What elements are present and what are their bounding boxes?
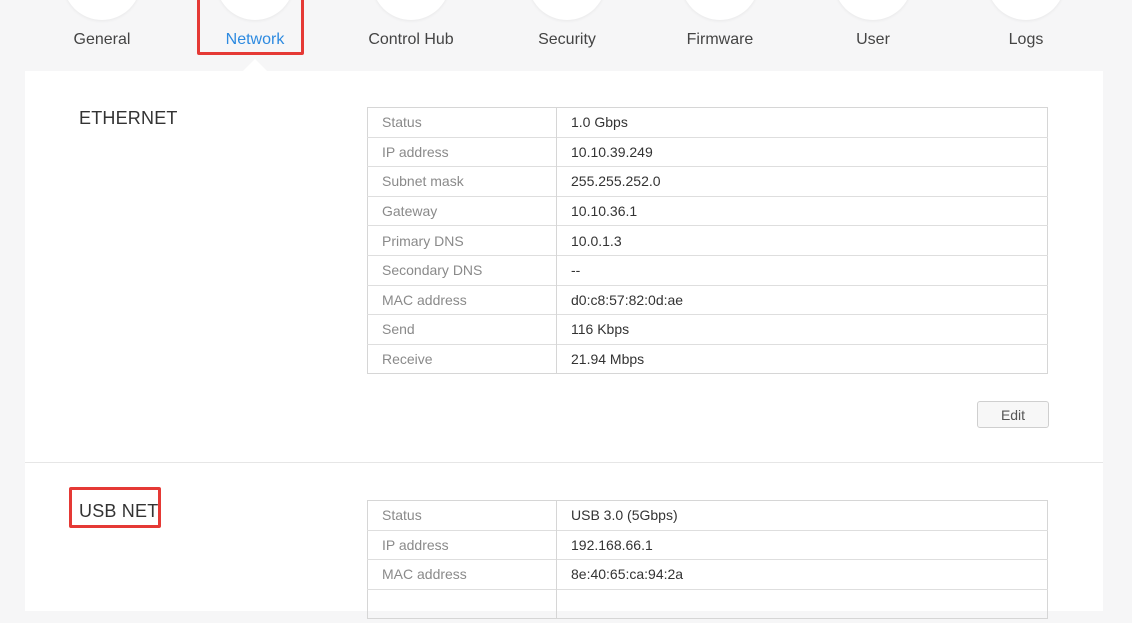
nav-tab-label: Security (538, 31, 596, 48)
table-row: Gateway 10.10.36.1 (367, 195, 1048, 226)
row-value: 10.10.36.1 (556, 195, 1048, 226)
control-hub-icon (372, 0, 450, 20)
row-value: 10.0.1.3 (556, 225, 1048, 256)
row-key: Secondary DNS (367, 254, 557, 286)
ethernet-info-table: Status 1.0 Gbps IP address 10.10.39.249 … (367, 107, 1048, 375)
table-row: Receive 21.94 Mbps (367, 343, 1048, 374)
row-value: USB 3.0 (5Gbps) (571, 507, 678, 524)
general-icon (63, 0, 141, 20)
table-row: IP address 10.10.39.249 (367, 136, 1048, 167)
row-key: Receive (367, 343, 557, 374)
table-row: Primary DNS 10.0.1.3 (367, 225, 1048, 256)
row-value: -- (556, 254, 1048, 286)
edit-button[interactable]: Edit (977, 401, 1049, 428)
usb-net-section: USB NET Status USB 3.0 (5Gbps) IP addres… (25, 463, 1103, 623)
nav-tab-general[interactable]: General (27, 0, 177, 70)
nav-tab-logs[interactable]: Logs (951, 0, 1101, 70)
row-key: IP address (367, 529, 557, 560)
row-value: 8e:40:65:ca:94:2a (556, 559, 1048, 590)
row-key: Primary DNS (367, 225, 557, 256)
nav-tab-user[interactable]: User (798, 0, 948, 70)
nav-tab-label: Logs (1008, 31, 1044, 48)
row-key: Gateway (367, 195, 557, 226)
row-value: 255.255.252.0 (556, 166, 1048, 197)
nav-tab-label: Network (225, 31, 285, 48)
user-icon (834, 0, 912, 20)
table-row: MAC address 8e:40:65:ca:94:2a (367, 559, 1048, 590)
security-icon (528, 0, 606, 20)
nav-tab-label: Control Hub (368, 31, 454, 48)
table-row (367, 588, 1048, 619)
section-title: USB NET (79, 501, 159, 521)
nav-tab-label: Firmware (686, 31, 754, 48)
ethernet-section: ETHERNET Status 1.0 Gbps IP address 10.1… (25, 71, 1103, 462)
table-row: Status USB 3.0 (5Gbps) (367, 500, 1048, 531)
row-value: 21.94 Mbps (556, 343, 1048, 374)
firmware-icon (681, 0, 759, 20)
nav-tab-label: General (73, 31, 131, 48)
table-row: Status 1.0 Gbps (367, 107, 1048, 138)
row-key: Status (367, 500, 557, 531)
active-tab-caret (243, 59, 267, 71)
usb-net-info-table: Status USB 3.0 (5Gbps) IP address 192.16… (367, 500, 1048, 620)
table-row: IP address 192.168.66.1 (367, 529, 1048, 560)
row-value: 1.0 Gbps (571, 114, 628, 131)
logs-icon (987, 0, 1065, 20)
nav-tab-firmware[interactable]: Firmware (645, 0, 795, 70)
table-row: Subnet mask 255.255.252.0 (367, 166, 1048, 197)
row-value (556, 588, 1048, 619)
top-nav: General Network Control Hub Security Fir… (0, 0, 1132, 71)
row-key: Subnet mask (367, 166, 557, 197)
row-key: IP address (367, 136, 557, 167)
nav-tab-security[interactable]: Security (492, 0, 642, 70)
row-key: Send (367, 314, 557, 345)
table-row: Secondary DNS -- (367, 254, 1048, 286)
table-row: Send 116 Kbps (367, 314, 1048, 345)
row-key: MAC address (367, 559, 557, 590)
row-value: 10.10.39.249 (556, 136, 1048, 167)
table-row: MAC address d0:c8:57:82:0d:ae (367, 284, 1048, 315)
nav-tab-control-hub[interactable]: Control Hub (336, 0, 486, 70)
row-value: d0:c8:57:82:0d:ae (556, 284, 1048, 315)
nav-tab-label: User (856, 31, 890, 48)
row-key (367, 588, 557, 619)
row-key: MAC address (367, 284, 557, 315)
section-title: ETHERNET (79, 108, 178, 128)
row-key: Status (367, 107, 557, 138)
row-value: 192.168.66.1 (556, 529, 1048, 560)
network-icon (216, 0, 294, 20)
network-panel: ETHERNET Status 1.0 Gbps IP address 10.1… (25, 71, 1103, 620)
row-value: 116 Kbps (556, 314, 1048, 345)
